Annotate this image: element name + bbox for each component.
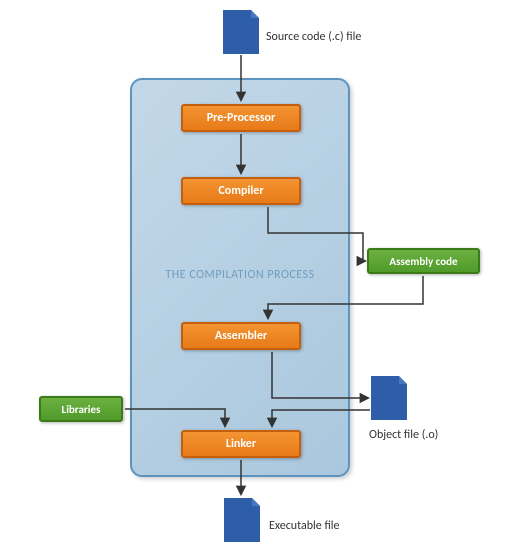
file-icon xyxy=(223,10,259,54)
assembly-code-box: Assembly code xyxy=(367,248,480,274)
file-icon xyxy=(371,376,407,420)
compiler-box: Compiler xyxy=(181,177,301,205)
diagram-canvas: THE COMPILATION PROCESS Source code (.c)… xyxy=(0,0,518,556)
libraries-box: Libraries xyxy=(39,396,123,422)
executable-file-label: Executable file xyxy=(269,519,340,533)
assembler-box: Assembler xyxy=(181,322,301,350)
compilation-process-container: THE COMPILATION PROCESS xyxy=(130,78,350,477)
container-title: THE COMPILATION PROCESS xyxy=(132,268,348,282)
file-icon xyxy=(224,498,260,542)
linker-box: Linker xyxy=(181,430,301,458)
source-file-label: Source code (.c) file xyxy=(266,30,361,44)
object-file-label: Object file (.o) xyxy=(369,428,438,442)
preprocessor-box: Pre-Processor xyxy=(181,104,301,132)
